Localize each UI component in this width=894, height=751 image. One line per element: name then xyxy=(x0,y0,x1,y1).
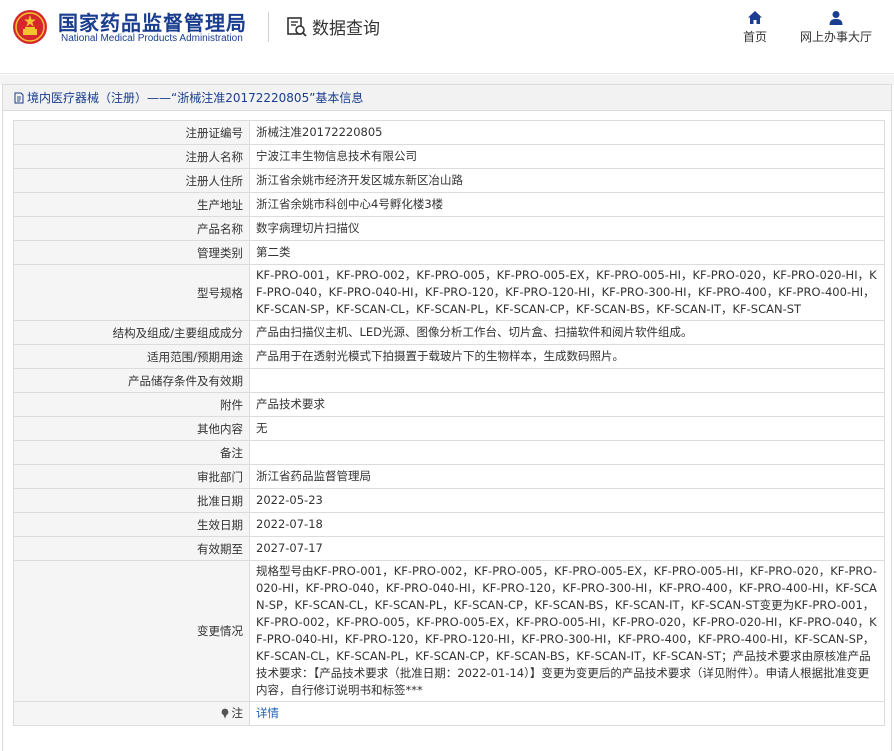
table-row: 适用范围/预期用途 产品用于在透射光模式下拍摄置于载玻片下的生物样本，生成数码照片… xyxy=(13,344,885,369)
field-label: 注册证编号 xyxy=(13,120,250,145)
info-table: 注册证编号 浙械注准20172220805 注册人名称 宁波江丰生物信息技术有限公司注… xyxy=(13,120,885,726)
user-icon xyxy=(829,11,843,25)
field-label: 结构及组成/主要组成成分 xyxy=(13,320,250,345)
field-value: 宁波江丰生物信息技术有限公司 xyxy=(249,144,885,169)
nav-home[interactable]: 首页 xyxy=(735,10,775,45)
field-label: 变更情况 xyxy=(13,560,250,702)
field-label: 注册人住所 xyxy=(13,168,250,193)
field-value: 2022-05-23 xyxy=(249,488,885,513)
field-label: 产品名称 xyxy=(13,216,250,241)
field-label: 适用范围/预期用途 xyxy=(13,344,250,369)
table-row: 产品储存条件及有效期 xyxy=(13,368,885,393)
table-row: 注册人名称 宁波江丰生物信息技术有限公司 xyxy=(13,144,885,169)
national-emblem-icon xyxy=(13,10,47,44)
section-title: 数据查询 xyxy=(286,14,380,39)
section-title-text: 数据查询 xyxy=(312,19,380,39)
field-label: 批准日期 xyxy=(13,488,250,513)
detail-panel: 境内医疗器械（注册）——“浙械注准20172220805”基本信息 注册证编号浙… xyxy=(2,84,892,751)
note-label: 注 xyxy=(220,705,244,721)
nav-office-label: 网上办事大厅 xyxy=(799,30,872,44)
field-label: 管理类别 xyxy=(13,240,250,265)
field-value: 规格型号由KF-PRO-001，KF-PRO-002，KF-PRO-005，KF… xyxy=(249,560,885,702)
field-value xyxy=(249,440,885,465)
home-icon xyxy=(748,11,762,24)
breadcrumb: 境内医疗器械（注册）——“浙械注准20172220805”基本信息 xyxy=(3,85,891,111)
table-row: 注册人住所 浙江省余姚市经济开发区城东新区冶山路 xyxy=(13,168,885,193)
table-row: 审批部门 浙江省药品监督管理局 xyxy=(13,464,885,489)
field-label: 型号规格 xyxy=(13,264,250,321)
table-row: 变更情况 规格型号由KF-PRO-001，KF-PRO-002，KF-PRO-00… xyxy=(13,560,885,702)
note-label-cell: 注 xyxy=(13,701,250,726)
field-value: KF-PRO-001，KF-PRO-002，KF-PRO-005，KF-PRO-… xyxy=(249,264,885,321)
table-row: 管理类别 第二类 xyxy=(13,240,885,265)
table-row: 型号规格 KF-PRO-001，KF-PRO-002，KF-PRO-005，KF-… xyxy=(13,264,885,321)
field-value: 产品技术要求 xyxy=(249,392,885,417)
table-row: 结构及组成/主要组成成分 产品由扫描仪主机、LED光源、图像分析工作台、切片盒、扫… xyxy=(13,320,885,345)
field-value: 浙江省余姚市科创中心4号孵化楼3楼 xyxy=(249,192,885,217)
details-link[interactable]: 详情 xyxy=(256,706,279,720)
field-label: 备注 xyxy=(13,440,250,465)
field-value: 无 xyxy=(249,416,885,441)
note-value-cell: 详情 xyxy=(249,701,885,726)
field-value: 2027-07-17 xyxy=(249,536,885,561)
field-value: 2022-07-18 xyxy=(249,512,885,537)
field-value: 第二类 xyxy=(249,240,885,265)
field-value: 浙械注准20172220805 xyxy=(249,120,885,145)
field-label: 生效日期 xyxy=(13,512,250,537)
breadcrumb-text: 境内医疗器械（注册）——“浙械注准20172220805”基本信息 xyxy=(27,90,364,105)
note-label-text: 注 xyxy=(231,706,244,721)
field-label: 生产地址 xyxy=(13,192,250,217)
search-document-icon xyxy=(287,16,307,37)
field-label: 注册人名称 xyxy=(13,144,250,169)
table-row: 备注 xyxy=(13,440,885,465)
table-row: 其他内容无 xyxy=(13,416,885,441)
table-row-note: 注详情 xyxy=(13,701,885,726)
table-row: 有效期至 2027-07-17 xyxy=(13,536,885,561)
table-row: 附件 产品技术要求 xyxy=(13,392,885,417)
table-row: 批准日期 2022-05-23 xyxy=(13,488,885,513)
table-row: 产品名称 数字病理切片扫描仪 xyxy=(13,216,885,241)
field-label: 附件 xyxy=(13,392,250,417)
table-row: 生产地址 浙江省余姚市科创中心4号孵化楼3楼 xyxy=(13,192,885,217)
nav-online-office[interactable]: 网上办事大厅 xyxy=(794,10,878,45)
pin-icon xyxy=(221,708,228,719)
field-value xyxy=(249,368,885,393)
nav-home-label: 首页 xyxy=(742,30,767,44)
field-value: 浙江省药品监督管理局 xyxy=(249,464,885,489)
field-value: 数字病理切片扫描仪 xyxy=(249,216,885,241)
field-label: 其他内容 xyxy=(13,416,250,441)
field-value: 产品由扫描仪主机、LED光源、图像分析工作台、切片盒、扫描软件和阅片软件组成。 xyxy=(249,320,885,345)
field-value: 产品用于在透射光模式下拍摄置于载玻片下的生物样本，生成数码照片。 xyxy=(249,344,885,369)
org-name-en: National Medical Products Administration xyxy=(61,33,243,44)
table-row: 注册证编号 浙械注准20172220805 xyxy=(13,120,885,145)
table-row: 生效日期 2022-07-18 xyxy=(13,512,885,537)
org-name-cn: 国家药品监督管理局 xyxy=(58,11,247,35)
field-label: 有效期至 xyxy=(13,536,250,561)
field-label: 审批部门 xyxy=(13,464,250,489)
site-header: 国家药品监督管理局 National Medical Products Admi… xyxy=(0,0,894,74)
field-value: 浙江省余姚市经济开发区城东新区冶山路 xyxy=(249,168,885,193)
document-icon xyxy=(14,92,24,103)
field-label: 产品储存条件及有效期 xyxy=(13,368,250,393)
header-divider xyxy=(268,12,269,42)
